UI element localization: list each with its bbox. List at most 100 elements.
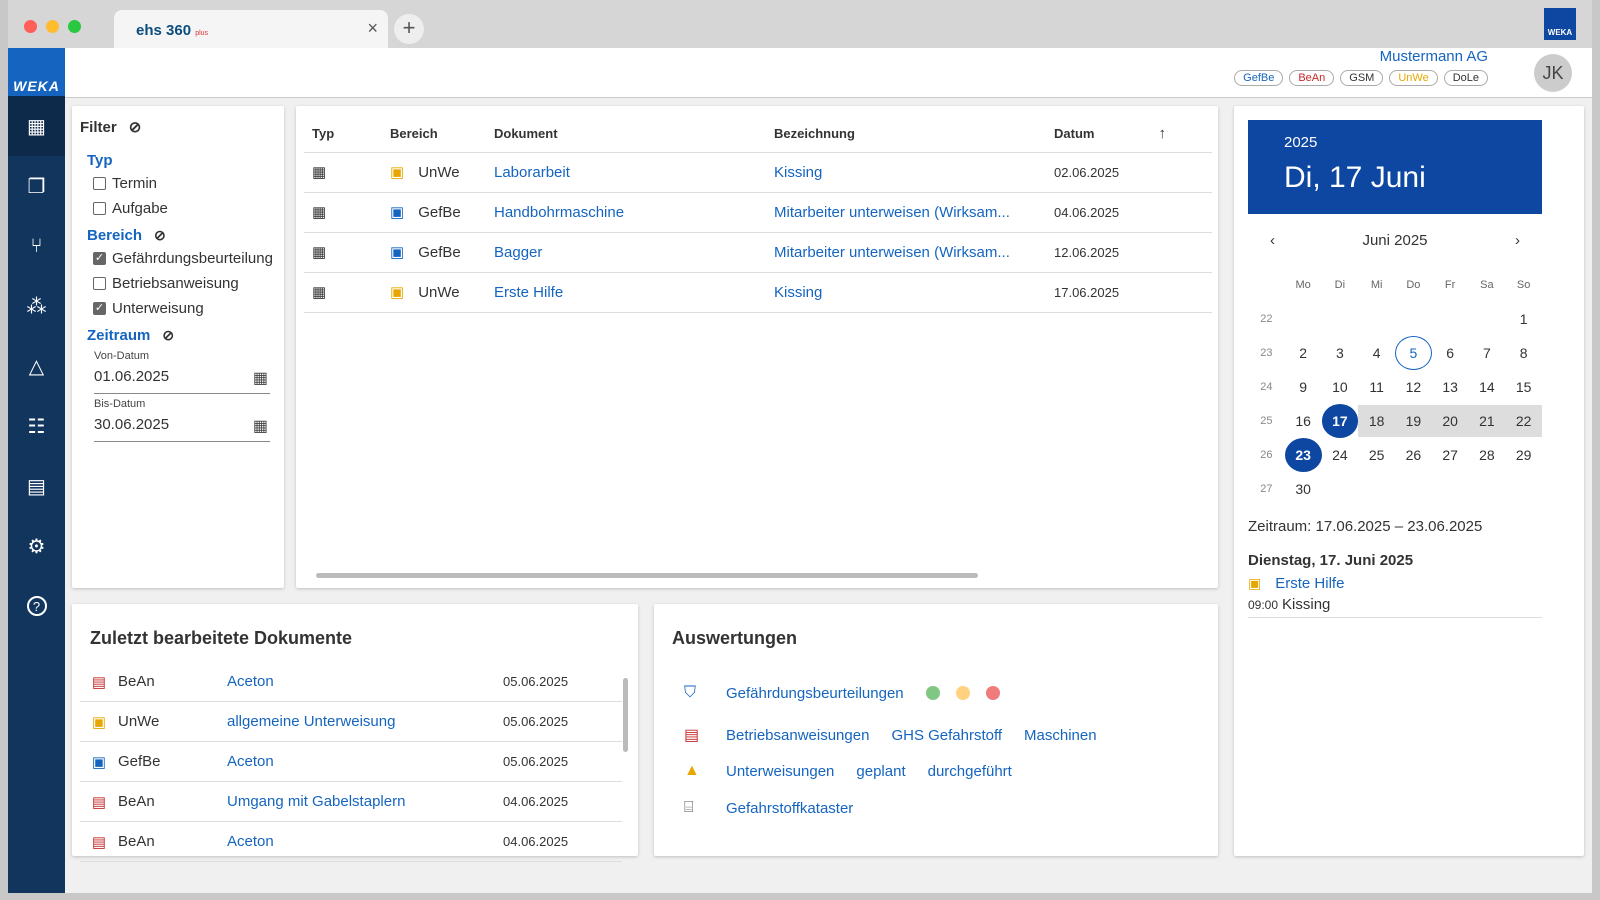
sort-ascending-icon[interactable]: ↑ — [1158, 125, 1166, 142]
link-durchgefuehrt[interactable]: durchgeführt — [928, 763, 1012, 780]
item-name[interactable]: Umgang mit Gabelstaplern — [227, 793, 503, 810]
event-link[interactable]: ▣ Erste Hilfe — [1248, 575, 1542, 592]
horizontal-scrollbar[interactable] — [316, 573, 978, 578]
link-gefahrstoffkataster[interactable]: Gefahrstoffkataster — [726, 800, 853, 817]
col-typ[interactable]: Typ — [304, 116, 382, 153]
link-gefaehrdungsbeurteilungen[interactable]: Gefährdungsbeurteilungen — [726, 685, 904, 702]
sidebar-item-hazards[interactable]: △ — [8, 336, 65, 396]
day[interactable]: 6 — [1432, 345, 1469, 361]
sidebar-item-processes[interactable]: ⑂ — [8, 216, 65, 276]
to-date-field[interactable]: Bis-Datum 30.06.2025 ▦ — [94, 398, 270, 442]
day[interactable]: 11 — [1358, 379, 1395, 395]
col-bereich[interactable]: Bereich — [382, 116, 486, 153]
day[interactable]: 15 — [1505, 379, 1542, 395]
from-date-field[interactable]: Von-Datum 01.06.2025 ▦ — [94, 350, 270, 394]
day[interactable]: 29 — [1505, 447, 1542, 463]
table-row[interactable]: ▦ ▣ UnWe Erste Hilfe Kissing 17.06.2025 — [304, 272, 1212, 313]
cell-bezeichnung[interactable]: Mitarbeiter unterweisen (Wirksam... — [766, 192, 1046, 233]
table-row[interactable]: ▦ ▣ UnWe Laborarbeit Kissing 02.06.2025 — [304, 152, 1212, 193]
day[interactable]: 30 — [1285, 481, 1322, 497]
status-yellow-dot[interactable] — [955, 686, 970, 700]
link-betriebsanweisungen[interactable]: Betriebsanweisungen — [726, 727, 869, 744]
day[interactable]: 4 — [1358, 345, 1395, 361]
day[interactable]: 16 — [1285, 413, 1322, 429]
item-name[interactable]: Aceton — [227, 753, 503, 770]
cell-dokument[interactable]: Laborarbeit — [486, 152, 766, 193]
checkbox-termin[interactable]: Termin — [93, 175, 276, 192]
col-bezeichnung[interactable]: Bezeichnung — [766, 116, 1046, 153]
calendar-icon[interactable]: ▦ — [253, 416, 268, 436]
tag-dole[interactable]: DoLe — [1443, 70, 1488, 86]
checkbox-unterweisung[interactable]: ✓ Unterweisung — [93, 300, 276, 317]
sidebar-item-help[interactable]: ? — [8, 576, 65, 636]
table-row[interactable]: ▦ ▣ GefBe Bagger Mitarbeiter unterweisen (Wi… — [304, 232, 1212, 273]
item-name[interactable]: Aceton — [227, 673, 503, 690]
day-in-range[interactable]: 22 — [1505, 405, 1542, 437]
company-name[interactable]: Mustermann AG — [1380, 48, 1488, 65]
clear-bereich-filter-icon[interactable]: ⊘ — [154, 227, 166, 244]
item-name[interactable]: allgemeine Unterweisung — [227, 713, 503, 730]
from-date-value[interactable]: 01.06.2025 — [94, 368, 270, 385]
day-today[interactable]: 5 — [1395, 336, 1432, 370]
day[interactable]: 12 — [1395, 379, 1432, 395]
tag-unwe[interactable]: UnWe — [1389, 70, 1438, 86]
sidebar-item-tables[interactable]: ▤ — [8, 456, 65, 516]
item-name[interactable]: Aceton — [227, 833, 503, 850]
clear-filter-icon[interactable]: ⊘ — [129, 118, 142, 136]
day[interactable]: 27 — [1432, 447, 1469, 463]
calendar-year[interactable]: 2025 — [1284, 134, 1506, 151]
day[interactable]: 25 — [1358, 447, 1395, 463]
day-range-end[interactable]: 23 — [1284, 438, 1322, 472]
col-dokument[interactable]: Dokument — [486, 116, 766, 153]
day[interactable]: 24 — [1322, 447, 1359, 463]
list-item[interactable]: ▣ UnWe allgemeine Unterweisung 05.06.2025 — [80, 702, 622, 742]
cell-bezeichnung[interactable]: Mitarbeiter unterweisen (Wirksam... — [766, 232, 1046, 273]
close-tab-icon[interactable]: × — [367, 18, 378, 39]
day[interactable]: 7 — [1469, 345, 1506, 361]
day[interactable]: 9 — [1285, 379, 1322, 395]
list-item[interactable]: ▤ BeAn Umgang mit Gabelstaplern 04.06.2025 — [80, 782, 622, 822]
month-label[interactable]: Juni 2025 — [1362, 232, 1427, 249]
vertical-scrollbar[interactable] — [623, 678, 628, 752]
day-in-range[interactable]: 20 — [1431, 405, 1469, 437]
tag-bean[interactable]: BeAn — [1289, 70, 1335, 86]
day[interactable]: 2 — [1285, 345, 1322, 361]
day[interactable]: 1 — [1505, 311, 1542, 327]
day[interactable]: 14 — [1469, 379, 1506, 395]
calendar-icon[interactable]: ▦ — [253, 368, 268, 388]
event-name[interactable]: Erste Hilfe — [1275, 575, 1344, 592]
day[interactable]: 8 — [1505, 345, 1542, 361]
checkbox-aufgabe[interactable]: Aufgabe — [93, 200, 276, 217]
list-item[interactable]: ▣ GefBe Aceton 05.06.2025 — [80, 742, 622, 782]
new-tab-button[interactable]: + — [394, 14, 424, 44]
close-window-button[interactable] — [24, 20, 37, 33]
tag-gsm[interactable]: GSM — [1340, 70, 1384, 86]
minimize-window-button[interactable] — [46, 20, 59, 33]
day-range-start[interactable]: 17 — [1321, 404, 1359, 438]
avatar[interactable]: JK — [1534, 54, 1572, 92]
link-maschinen[interactable]: Maschinen — [1024, 727, 1097, 744]
day[interactable]: 28 — [1469, 447, 1506, 463]
cell-bezeichnung[interactable]: Kissing — [766, 152, 1046, 193]
checkbox-gefaehrdungsbeurteilung[interactable]: ✓ Gefährdungsbeurteilung — [93, 250, 276, 267]
maximize-window-button[interactable] — [68, 20, 81, 33]
link-ghs-gefahrstoff[interactable]: GHS Gefahrstoff — [891, 727, 1002, 744]
sidebar-item-dashboard[interactable]: ▦ — [8, 96, 65, 156]
day-in-range[interactable]: 18 — [1358, 405, 1395, 437]
link-unterweisungen[interactable]: Unterweisungen — [726, 763, 834, 780]
day[interactable]: 10 — [1322, 379, 1359, 395]
list-item[interactable]: ▤ BeAn Aceton 04.06.2025 — [80, 822, 622, 862]
table-row[interactable]: ▦ ▣ GefBe Handbohrmaschine Mitarbeiter unter… — [304, 192, 1212, 233]
link-geplant[interactable]: geplant — [856, 763, 905, 780]
list-item[interactable]: ▤ BeAn Aceton 05.06.2025 — [80, 662, 622, 702]
day[interactable]: 3 — [1322, 345, 1359, 361]
chevron-right-icon[interactable]: › — [1515, 232, 1520, 249]
day[interactable]: 13 — [1432, 379, 1469, 395]
sidebar-item-documents[interactable]: ❐ — [8, 156, 65, 216]
sidebar-item-organization[interactable]: ⁂ — [8, 276, 65, 336]
checkbox-betriebsanweisung[interactable]: Betriebsanweisung — [93, 275, 276, 292]
cell-dokument[interactable]: Erste Hilfe — [486, 272, 766, 313]
status-green-dot[interactable] — [925, 686, 940, 700]
sidebar-item-settings[interactable]: ⚙ — [8, 516, 65, 576]
cell-dokument[interactable]: Handbohrmaschine — [486, 192, 766, 233]
